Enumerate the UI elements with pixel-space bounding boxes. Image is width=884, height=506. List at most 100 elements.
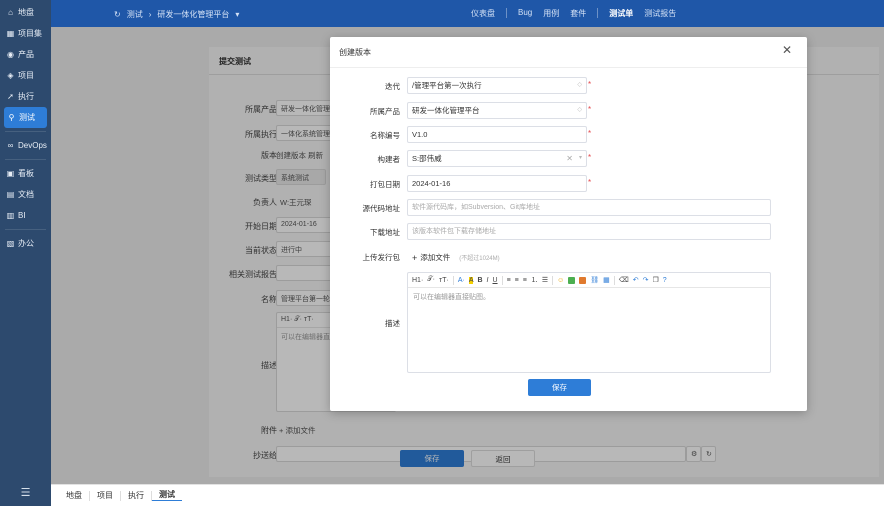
sidebar: ⌂ 地盘 ▦ 项目集 ◉ 产品 ◈ 项目 ➚ 执行 ⚲ 测试 ∞ DevOps ▣ 看板 ▤ 文档 ▥ BI ▧ 办公 ☰	[0, 0, 51, 506]
sidebar-divider	[5, 131, 46, 132]
highlight-button[interactable]: A	[468, 276, 474, 284]
sidebar-item-4[interactable]: ➚ 执行	[0, 86, 51, 107]
sidebar-item-5[interactable]: ⚲ 测试	[4, 107, 47, 128]
sidebar-item-1[interactable]: ▦ 项目集	[0, 23, 51, 44]
top-nav-item[interactable]: Bug	[518, 8, 532, 19]
redo-icon[interactable]: ↷	[643, 276, 649, 284]
bottom-nav-item[interactable]: 地盘	[59, 490, 90, 501]
bottom-nav-item[interactable]: 执行	[121, 490, 152, 501]
bottom-nav-item[interactable]: 项目	[90, 490, 121, 501]
top-nav-item[interactable]: 测试单	[609, 8, 633, 19]
table-icon[interactable]: ▦	[603, 276, 610, 284]
sidebar-item-2[interactable]: ◉ 产品	[0, 44, 51, 65]
save-button[interactable]: 保存	[528, 379, 591, 396]
add-file-button[interactable]: + 添加文件 (不超过1024M)	[412, 252, 500, 263]
breadcrumb-home[interactable]: 测试	[127, 9, 143, 20]
heading-button[interactable]: H1·	[412, 277, 423, 284]
bottom-nav-item[interactable]: 测试	[152, 490, 182, 501]
copy-icon[interactable]: ❐	[652, 276, 658, 284]
sidebar-item-0[interactable]: ⌂ 地盘	[0, 2, 51, 23]
iteration-select[interactable]: /管理平台第一次执行 ◇	[407, 77, 587, 94]
emoji-icon[interactable]: ☺	[557, 277, 564, 284]
description-editor[interactable]: H1· 𝒯· ᴛT· A· A B I U ≡ ≡ ≡ ⒈ ☰ ☺ ⛓ ▦ ⌫ …	[407, 272, 771, 373]
sidebar-item-9[interactable]: ▥ BI	[0, 205, 51, 226]
bottom-breadcrumb-bar: 地盘 项目 执行 测试	[51, 484, 884, 506]
sidebar-item-label: DevOps	[18, 141, 47, 150]
builder-value: S:邵伟威	[412, 154, 442, 163]
infinity-icon: ∞	[7, 140, 14, 150]
refresh-icon[interactable]: ↻	[114, 10, 121, 19]
divider	[613, 275, 615, 285]
bold-button[interactable]: B	[477, 277, 482, 284]
label-description: 描述	[385, 319, 400, 328]
font-size-button[interactable]: ᴛT·	[439, 277, 449, 284]
label-scm-path: 源代码地址	[362, 204, 401, 213]
plus-icon: +	[412, 252, 418, 263]
underline-button[interactable]: U	[493, 277, 498, 284]
link-icon[interactable]: ⛓	[590, 276, 599, 284]
chevron-down-icon[interactable]: ▾	[235, 10, 239, 19]
image-icon[interactable]	[568, 276, 576, 284]
breadcrumb: ↻ 测试 › 研发一体化管理平台 ▾	[114, 9, 239, 20]
iteration-value: /管理平台第一次执行	[412, 81, 482, 90]
office-icon: ▧	[6, 238, 15, 248]
sidebar-item-10[interactable]: ▧ 办公	[0, 233, 51, 254]
build-date-input[interactable]: 2024-01-16	[407, 175, 587, 192]
sidebar-item-label: 测试	[19, 113, 35, 122]
sidebar-item-6[interactable]: ∞ DevOps	[0, 135, 51, 156]
ordered-list-icon[interactable]: ⒈	[531, 275, 538, 285]
label-download-url: 下载地址	[370, 228, 400, 237]
create-build-modal: 创建版本 ✕ 迭代 /管理平台第一次执行 ◇ * 所属产品 研发一体化管理平台 …	[330, 37, 807, 411]
product-select[interactable]: 研发一体化管理平台 ◇	[407, 102, 587, 119]
label-upload-package: 上传发行包	[362, 253, 401, 262]
top-nav-item[interactable]: 仪表盘	[471, 8, 495, 19]
scm-path-input[interactable]: 软件源代码库，如Subversion、Git库地址	[407, 199, 771, 216]
sidebar-item-label: 产品	[18, 50, 34, 59]
align-center-icon[interactable]: ≡	[515, 277, 519, 284]
help-icon[interactable]: ?	[663, 277, 667, 284]
required-mark: *	[588, 178, 592, 187]
sidebar-divider	[5, 229, 46, 230]
board-icon: ▣	[6, 168, 15, 178]
top-nav-item[interactable]: 用例	[543, 8, 559, 19]
download-url-input[interactable]: 该版本软件包下载存储地址	[407, 223, 771, 240]
menu-toggle-icon[interactable]: ☰	[0, 486, 51, 499]
sidebar-item-label: 文档	[18, 190, 34, 199]
doc-icon: ▤	[6, 189, 15, 199]
font-color-button[interactable]: A·	[458, 277, 465, 284]
label-build-name: 名称编号	[370, 131, 400, 140]
top-nav-item[interactable]: 套件	[570, 8, 586, 19]
media-icon[interactable]	[579, 276, 587, 284]
clear-icon[interactable]: ✕	[566, 151, 573, 166]
build-name-input[interactable]: V1.0	[407, 126, 587, 143]
divider	[501, 275, 503, 285]
sidebar-item-label: 地盘	[18, 8, 34, 17]
sidebar-item-3[interactable]: ◈ 项目	[0, 65, 51, 86]
italic-button[interactable]: I	[487, 277, 489, 284]
top-nav-item[interactable]: 测试报告	[644, 8, 676, 19]
breadcrumb-separator-icon: ›	[148, 10, 152, 19]
required-mark: *	[588, 153, 592, 162]
breadcrumb-product[interactable]: 研发一体化管理平台	[157, 9, 229, 20]
module-nav: 仪表盘 Bug 用例 套件 测试单 测试报告	[471, 8, 676, 19]
sidebar-item-label: 看板	[18, 169, 34, 178]
undo-icon[interactable]: ↶	[633, 276, 639, 284]
required-mark: *	[588, 129, 592, 138]
align-left-icon[interactable]: ≡	[507, 277, 511, 284]
close-icon[interactable]: ✕	[782, 43, 792, 57]
product-value: 研发一体化管理平台	[412, 106, 480, 115]
eraser-icon[interactable]: ⌫	[619, 276, 629, 284]
divider	[552, 275, 554, 285]
sidebar-item-label: 执行	[18, 92, 34, 101]
nav-divider	[506, 8, 507, 18]
sidebar-item-7[interactable]: ▣ 看板	[0, 163, 51, 184]
run-icon: ➚	[7, 91, 14, 101]
font-family-button[interactable]: 𝒯·	[427, 276, 435, 284]
builder-select[interactable]: S:邵伟威 ✕ ▾	[407, 150, 587, 167]
align-right-icon[interactable]: ≡	[523, 277, 527, 284]
unordered-list-icon[interactable]: ☰	[542, 276, 548, 284]
divider	[452, 275, 454, 285]
sidebar-item-8[interactable]: ▤ 文档	[0, 184, 51, 205]
file-size-hint: (不超过1024M)	[459, 256, 500, 262]
required-mark: *	[588, 105, 592, 114]
